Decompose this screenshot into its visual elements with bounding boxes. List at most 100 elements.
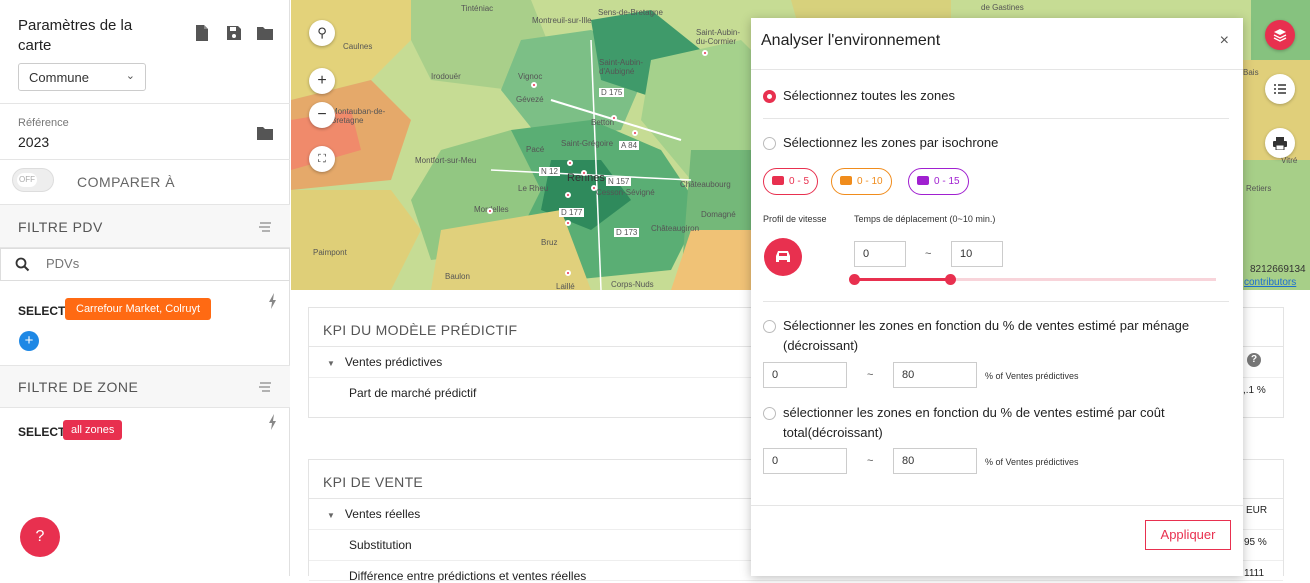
isochrone-label: 0 - 15 <box>934 176 960 187</box>
option-all-zones-label: Sélectionnez toutes les zones <box>783 88 955 103</box>
legend-list-button[interactable] <box>1265 74 1295 104</box>
pdv-search-input[interactable] <box>46 256 276 271</box>
town-label: Sens-de-Bretagne <box>598 8 663 17</box>
add-pdv-button[interactable]: + <box>19 331 39 351</box>
kpi-row-value: 1111 <box>1244 568 1265 579</box>
store-marker[interactable] <box>487 208 493 214</box>
road-label: N 12 <box>539 167 560 176</box>
folder-icon[interactable] <box>256 24 274 42</box>
help-circle-icon[interactable]: ? <box>1247 353 1261 367</box>
household-max-input[interactable] <box>893 362 977 388</box>
zoom-in-button[interactable]: + <box>309 68 335 94</box>
store-marker[interactable] <box>611 115 617 121</box>
radio-household[interactable] <box>763 320 776 333</box>
caret-down-icon: ▼ <box>327 511 335 520</box>
household-min-input[interactable] <box>763 362 847 388</box>
store-marker[interactable] <box>581 170 587 176</box>
compare-label: COMPARER À <box>77 174 176 190</box>
apply-button[interactable]: Appliquer <box>1145 520 1231 550</box>
town-label: Laillé <box>556 282 575 290</box>
lightning-icon[interactable] <box>268 293 277 309</box>
option-isochrone-label: Sélectionnez les zones par isochrone <box>783 135 999 150</box>
isochrone-0-10-button[interactable]: 0 - 10 <box>831 168 892 195</box>
town-label: Paimpont <box>313 248 347 257</box>
fullscreen-button[interactable]: ⛶ <box>309 146 335 172</box>
divider <box>751 505 1243 506</box>
store-marker[interactable] <box>567 160 573 166</box>
store-marker[interactable] <box>565 270 571 276</box>
car-icon <box>917 176 929 185</box>
zone-filter-header: FILTRE DE ZONE <box>0 365 290 408</box>
slider-fill <box>854 278 950 281</box>
help-button[interactable]: ? <box>20 517 60 557</box>
isochrone-0-5-button[interactable]: 0 - 5 <box>763 168 819 195</box>
time-min-input[interactable] <box>854 241 906 267</box>
option-total-cost-label: sélectionner les zones en fonction du % … <box>783 405 1165 440</box>
pdv-selection-tag[interactable]: Carrefour Market, Colruyt <box>65 298 212 320</box>
zone-select-row: SELECT all zones <box>0 408 290 458</box>
town-label-top: de Gastines <box>981 3 1024 12</box>
dialog-title: Analyser l'environnement <box>761 32 941 49</box>
print-icon <box>1273 137 1287 151</box>
zone-selection-tag[interactable]: all zones <box>63 420 123 440</box>
speed-profile-car-button[interactable] <box>764 238 802 276</box>
town-label: Bruz <box>541 238 558 247</box>
time-max-input[interactable] <box>951 241 1003 267</box>
zone-filter-title: FILTRE DE ZONE <box>18 379 139 395</box>
range-tilde: ~ <box>867 369 874 381</box>
reference-folder-icon[interactable] <box>256 124 274 142</box>
zone-lightning-icon[interactable] <box>268 414 277 430</box>
map-search-button[interactable]: ⚲ <box>309 20 335 46</box>
cost-min-input[interactable] <box>763 448 847 474</box>
zoom-out-button[interactable]: − <box>309 102 335 128</box>
road-label: A 84 <box>619 141 640 150</box>
town-label: Montreuil-sur-Ille <box>532 16 592 25</box>
town-label: Vignoc <box>518 72 543 81</box>
speed-profile-label: Profil de vitesse <box>763 214 827 224</box>
time-slider[interactable] <box>849 273 1216 287</box>
range-tilde: ~ <box>925 248 932 260</box>
compare-section: OFF COMPARER À <box>0 160 290 205</box>
close-icon[interactable]: × <box>1220 32 1229 50</box>
kpi-row-value: 95 % <box>1244 537 1267 548</box>
town-label: Baulon <box>445 272 470 281</box>
slider-handle-max[interactable] <box>945 274 956 285</box>
pdv-select-row: SELECT Carrefour Market, Colruyt + <box>0 281 290 365</box>
radio-all-zones[interactable] <box>763 90 776 103</box>
kpi-row-label: Différence entre prédictions et ventes r… <box>349 569 587 583</box>
radio-isochrone[interactable] <box>763 137 776 150</box>
commune-select[interactable]: Commune ⌄ <box>18 63 146 91</box>
compare-toggle[interactable]: OFF <box>12 168 54 192</box>
filter-lines-icon[interactable] <box>258 222 272 232</box>
town-label: Irodouër <box>431 72 461 81</box>
cost-max-input[interactable] <box>893 448 977 474</box>
slider-handle-min[interactable] <box>849 274 860 285</box>
town-label: Montauban-de-Bretagne <box>331 107 386 125</box>
store-marker[interactable] <box>531 82 537 88</box>
store-marker[interactable] <box>591 185 597 191</box>
store-marker[interactable] <box>702 50 708 56</box>
isochrone-0-15-button[interactable]: 0 - 15 <box>908 168 969 195</box>
map-edge-number: 8212669134 <box>1250 264 1306 275</box>
store-marker[interactable] <box>632 130 638 136</box>
divider <box>763 301 1229 302</box>
layers-icon <box>1273 29 1287 42</box>
store-marker[interactable] <box>565 220 571 226</box>
zone-filter-lines-icon[interactable] <box>258 382 272 392</box>
radio-total-cost[interactable] <box>763 407 776 420</box>
save-icon[interactable] <box>225 24 243 42</box>
chevron-down-icon: ⌄ <box>125 70 135 82</box>
pdv-search[interactable] <box>0 248 290 281</box>
town-label: Châteaugiron <box>651 224 700 233</box>
kpi-row-value: ,.1 % <box>1243 385 1266 396</box>
map-attribution-link[interactable]: contributors <box>1244 277 1296 288</box>
store-marker[interactable] <box>565 192 571 198</box>
print-button[interactable] <box>1265 128 1295 158</box>
pdv-select-label: SELECT <box>18 304 66 318</box>
town-label: Bais <box>1243 68 1259 77</box>
new-file-icon[interactable] <box>193 24 211 42</box>
divider <box>763 118 1229 119</box>
layers-button[interactable] <box>1265 20 1295 50</box>
road-label: D 173 <box>614 228 640 237</box>
town-label: Cesson-Sévigné <box>596 188 655 197</box>
